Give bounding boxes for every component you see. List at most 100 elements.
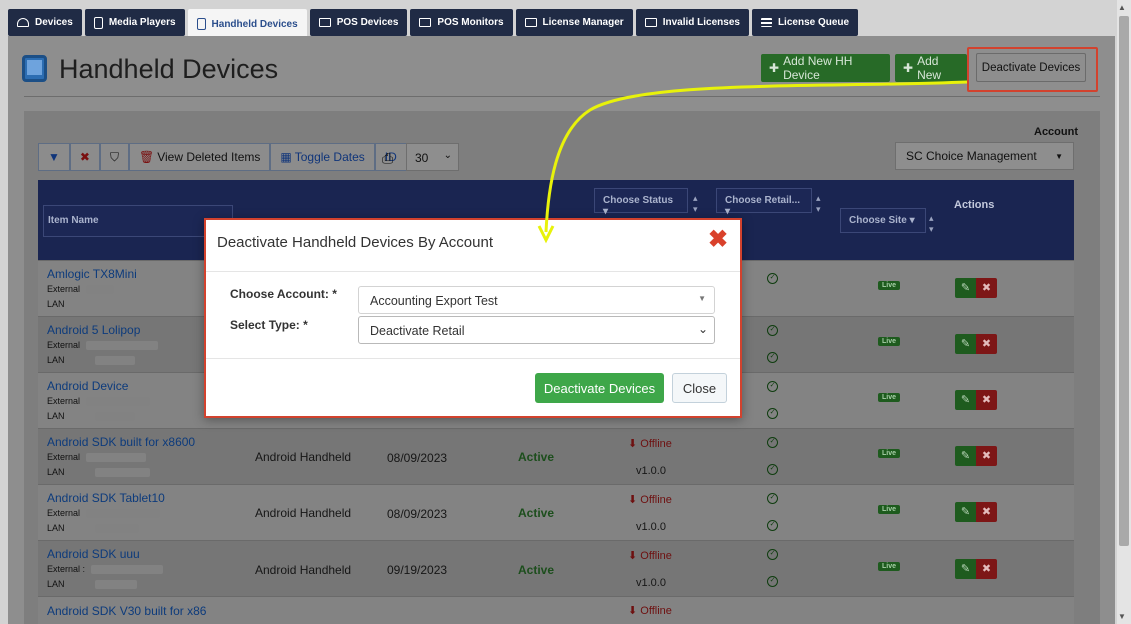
tab-license-queue[interactable]: License Queue — [751, 9, 859, 36]
device-type: Android Handheld — [255, 563, 352, 577]
delete-button[interactable]: ✖ — [976, 502, 997, 522]
edit-button[interactable]: ✎ — [955, 278, 976, 298]
filter-choose-site[interactable]: Choose Site ▾ — [840, 208, 926, 233]
device-name-link[interactable]: Android SDK uuu — [47, 547, 140, 561]
page: Devices Media Players Handheld Devices P… — [0, 0, 1131, 624]
tab-label: Invalid Licenses — [662, 17, 740, 28]
device-name-link[interactable]: Android Device — [47, 379, 128, 393]
select-type-select[interactable]: Deactivate Retail ⌄ — [358, 316, 715, 344]
device-name-link[interactable]: Android SDK Tablet10 — [47, 491, 165, 505]
device-name-link[interactable]: Android SDK built for x8600 — [47, 435, 195, 449]
offline-status: ⬇ Offline — [628, 493, 672, 506]
arrow-down-circle-icon: ⬇ — [628, 550, 638, 562]
table-row[interactable]: Android SDK Tablet10 External LAN Androi… — [38, 484, 1074, 540]
caret-down-icon: ▼ — [698, 294, 706, 303]
account-select[interactable]: SC Choice Management ▼ — [895, 142, 1074, 170]
deactivate-devices-submit-button[interactable]: Deactivate Devices — [535, 373, 664, 403]
edit-button[interactable]: ✎ — [955, 334, 976, 354]
filter-button[interactable]: ▼ — [38, 143, 70, 171]
lan-label: LAN — [47, 523, 139, 534]
tab-label: License Queue — [777, 17, 850, 28]
redacted — [94, 580, 137, 590]
tab-license-manager[interactable]: License Manager — [515, 9, 633, 36]
tab-media-players[interactable]: Media Players — [84, 9, 185, 36]
lan-label: LAN — [47, 467, 150, 478]
trash-icon: 🗑 — [138, 150, 155, 164]
edit-button[interactable]: ✎ — [955, 446, 976, 466]
tab-devices[interactable]: Devices — [8, 9, 82, 36]
check-circle-icon: ✓ — [767, 408, 778, 419]
caret-down-icon: ▼ — [1055, 152, 1063, 161]
clear-filter-button[interactable]: ✖ — [69, 143, 100, 171]
toggle-dates-button[interactable]: ▦ Toggle Dates — [270, 143, 375, 171]
filter-choose-retail[interactable]: Choose Retail... ▾ — [716, 188, 812, 217]
scroll-down-icon[interactable]: ▼ — [1118, 612, 1126, 621]
check-circle-icon: ✓ — [767, 325, 778, 336]
divider — [24, 96, 1100, 97]
header-label: Choose Site — [849, 215, 907, 226]
incognito-button[interactable]: ⛉ — [99, 143, 129, 171]
filter-choose-status[interactable]: Choose Status ▾ — [594, 188, 688, 217]
button-label: Add New HH Device — [783, 54, 853, 82]
view-deleted-button[interactable]: 🗑 View Deleted Items — [128, 143, 271, 171]
button-label: Toggle Dates — [294, 150, 365, 164]
external-label: External — [47, 340, 159, 351]
scrollbar-thumb[interactable] — [1119, 16, 1129, 546]
page-size-select[interactable]: 30 ⌄ — [406, 143, 459, 171]
lan-label: LAN — [47, 579, 137, 590]
tab-pos-devices[interactable]: POS Devices — [309, 9, 408, 36]
table-row[interactable]: Android SDK built for x8600 External LAN… — [38, 428, 1074, 484]
scroll-up-icon[interactable]: ▲ — [1118, 3, 1126, 12]
delete-button[interactable]: ✖ — [976, 446, 997, 466]
add-new-hh-device-button[interactable]: ✚ Add New HH Device — [761, 54, 890, 82]
lan-text: LAN — [47, 355, 65, 365]
delete-button[interactable]: ✖ — [976, 334, 997, 354]
tab-handheld-devices[interactable]: Handheld Devices — [187, 9, 307, 39]
close-icon[interactable]: ✖ — [708, 228, 728, 252]
add-new-button[interactable]: ✚ Add New — [895, 54, 967, 82]
status-badge: Live — [878, 505, 901, 514]
table-row[interactable]: Android SDK uuu External : LAN Android H… — [38, 540, 1074, 596]
sort-icon[interactable]: ▴ ▾ — [816, 193, 821, 215]
tab-pos-monitors[interactable]: POS Monitors — [410, 9, 513, 36]
external-text: External : — [47, 564, 86, 574]
status-text: Active — [518, 450, 555, 464]
redacted — [86, 397, 151, 407]
choose-account-select[interactable]: Accounting Export Test ▼ — [358, 286, 715, 314]
created-date: 08/09/2023 — [387, 507, 448, 521]
lan-text: LAN — [47, 523, 65, 533]
status-text: Active — [518, 563, 555, 577]
lan-label: LAN — [47, 411, 135, 422]
user-secret-icon: ⛉ — [109, 149, 119, 164]
delete-button[interactable]: ✖ — [976, 278, 997, 298]
close-icon: ✖ — [79, 150, 90, 164]
modal-title: Deactivate Handheld Devices By Account — [217, 234, 493, 251]
edit-button[interactable]: ✎ — [955, 390, 976, 410]
device-name-link[interactable]: Amlogic TX8Mini — [47, 267, 137, 281]
delete-button[interactable]: ✖ — [976, 390, 997, 410]
sort-icon[interactable]: ▴ ▾ — [929, 213, 934, 235]
print-icon[interactable]: ⎙ — [382, 150, 393, 167]
lan-text: LAN — [47, 579, 65, 589]
redacted — [86, 453, 147, 463]
device-name-link[interactable]: Android SDK V30 built for x86 — [47, 604, 206, 618]
select-type-label: Select Type: * — [230, 318, 308, 332]
button-label: Add New — [917, 54, 942, 82]
close-button[interactable]: Close — [672, 373, 727, 403]
check-circle-icon: ✓ — [767, 520, 778, 531]
table-row[interactable]: Android SDK V30 built for x86 ⬇ Offline — [38, 596, 1074, 624]
version-text: v1.0.0 — [636, 577, 666, 589]
tab-invalid-licenses[interactable]: Invalid Licenses — [635, 9, 749, 36]
sort-icon[interactable]: ▴ ▾ — [693, 193, 698, 215]
delete-button[interactable]: ✖ — [976, 559, 997, 579]
edit-button[interactable]: ✎ — [955, 502, 976, 522]
lan-label: LAN — [47, 355, 135, 366]
offline-status: ⬇ Offline — [628, 549, 672, 562]
redacted — [94, 468, 150, 478]
external-label: External — [47, 452, 147, 463]
plus-icon: ✚ — [769, 61, 780, 75]
edit-button[interactable]: ✎ — [955, 559, 976, 579]
redacted — [86, 509, 161, 519]
arrow-down-circle-icon: ⬇ — [628, 605, 638, 617]
device-name-link[interactable]: Android 5 Lolipop — [47, 323, 140, 337]
